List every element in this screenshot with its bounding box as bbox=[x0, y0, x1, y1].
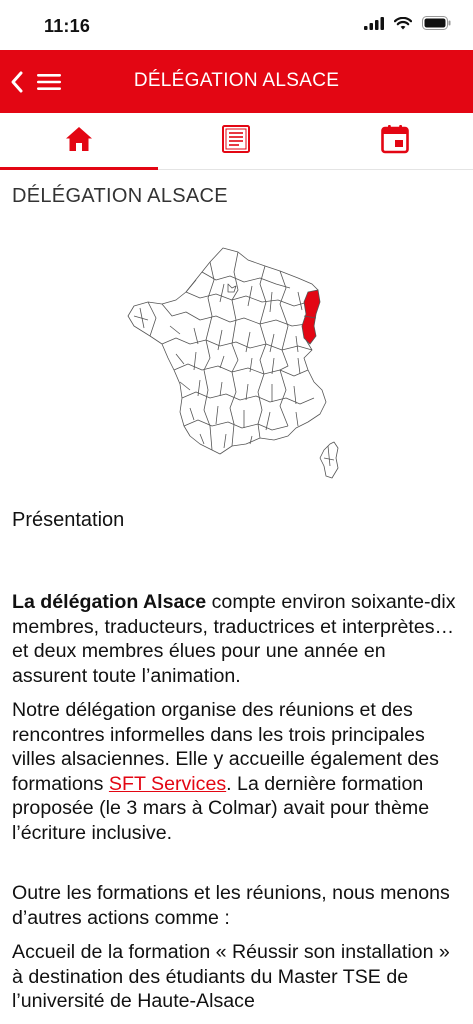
tab-calendar[interactable] bbox=[316, 113, 473, 169]
home-icon bbox=[64, 125, 94, 158]
paragraph-activities: Notre délégation organise des réunions e… bbox=[12, 699, 439, 844]
sft-services-link[interactable]: SFT Services bbox=[109, 773, 226, 795]
calendar-icon bbox=[380, 124, 410, 159]
header-title: DÉLÉGATION ALSACE bbox=[133, 70, 340, 91]
france-map bbox=[120, 240, 350, 485]
app-header: DÉLÉGATION ALSACE bbox=[0, 50, 473, 113]
tab-home[interactable] bbox=[0, 113, 157, 169]
status-time: 11:16 bbox=[44, 16, 91, 36]
status-icons bbox=[364, 16, 451, 35]
presentation-content: La délégation Alsace compte environ soix… bbox=[12, 590, 462, 1024]
tab-bar bbox=[0, 113, 473, 170]
signal-icon bbox=[364, 16, 384, 35]
battery-icon bbox=[422, 16, 451, 35]
delegation-name: La délégation Alsace bbox=[12, 591, 207, 613]
section-title: Présentation bbox=[12, 509, 125, 531]
tab-documents[interactable] bbox=[157, 113, 314, 169]
active-tab-indicator bbox=[0, 167, 158, 170]
status-bar: 11:16 bbox=[0, 0, 473, 50]
paragraph-other-actions: Outre les formations et les réunions, no… bbox=[12, 882, 450, 929]
wifi-icon bbox=[393, 16, 413, 35]
paragraph-training-welcome: Accueil de la formation « Réussir son in… bbox=[12, 941, 450, 1012]
paragraph-intro: La délégation Alsace compte environ soix… bbox=[12, 591, 456, 687]
document-icon bbox=[221, 124, 251, 159]
page-heading: DÉLÉGATION ALSACE bbox=[12, 185, 228, 207]
